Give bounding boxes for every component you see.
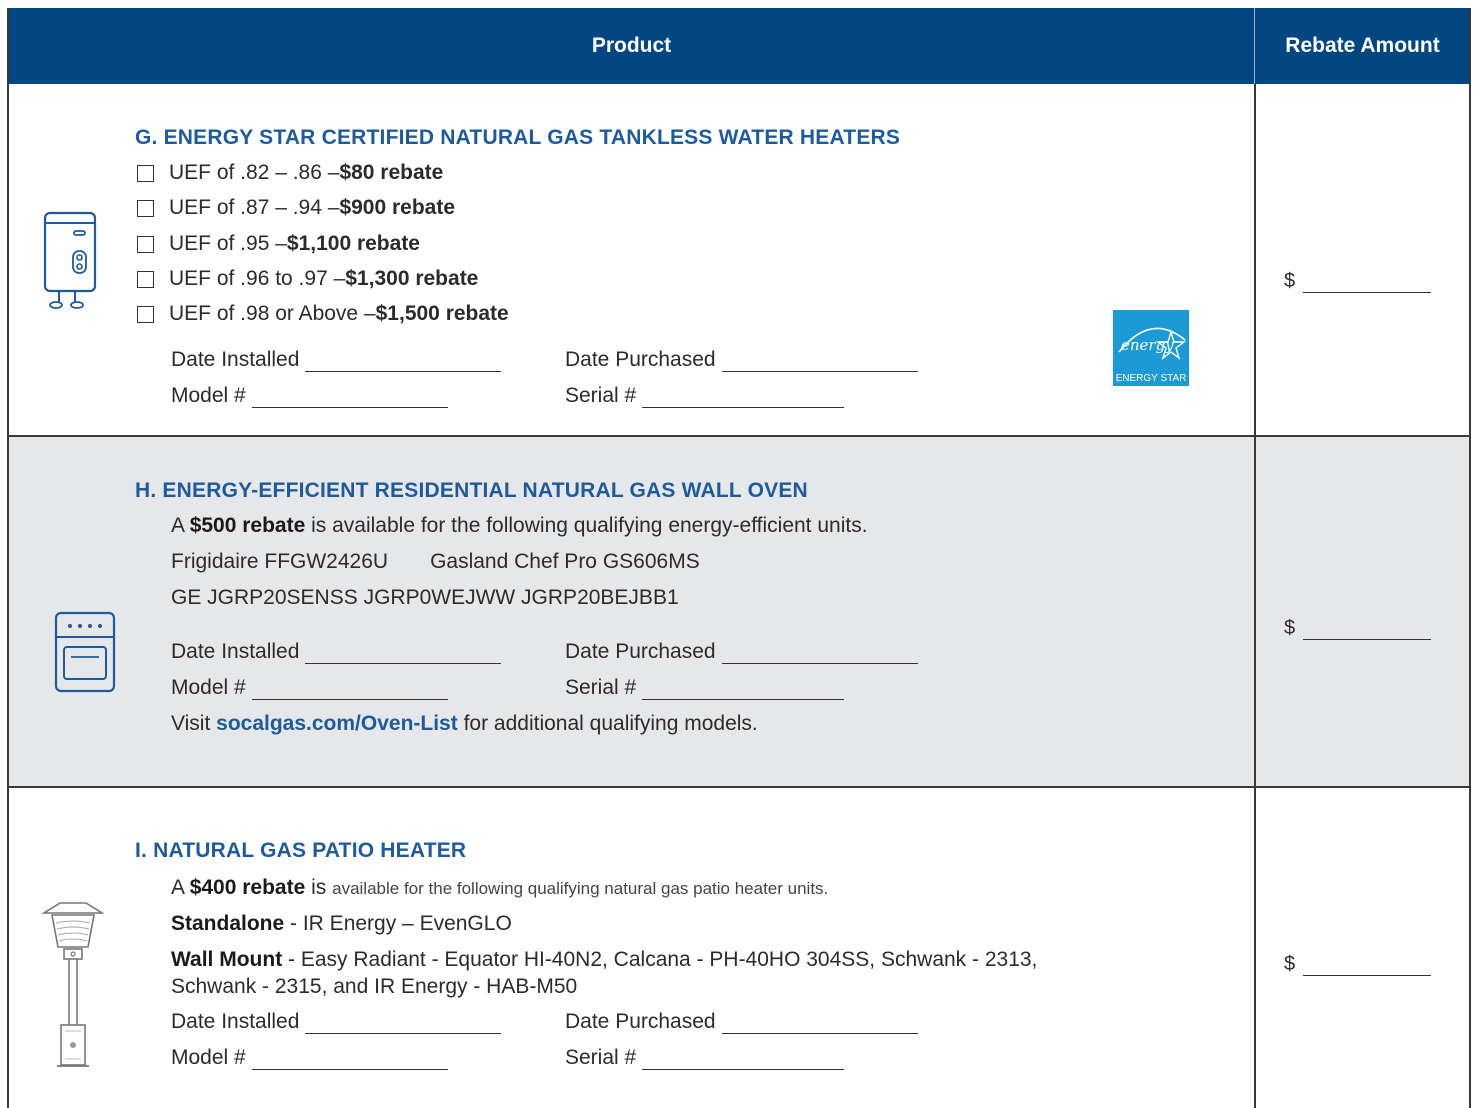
section-h-title: H. ENERGY-EFFICIENT RESIDENTIAL NATURAL …	[135, 479, 808, 502]
amount-input-line[interactable]	[1303, 272, 1432, 293]
oven-list-link[interactable]: socalgas.com/Oven-List	[216, 712, 458, 735]
section-i-title: I. NATURAL GAS PATIO HEATER	[135, 839, 467, 862]
input-line[interactable]	[721, 1013, 918, 1034]
date-purchased-field[interactable]: Date Purchased	[565, 640, 918, 664]
input-line[interactable]	[642, 679, 845, 700]
svg-text:energy: energy	[1121, 336, 1174, 354]
serial-number-field[interactable]: Serial #	[565, 1046, 845, 1070]
input-line[interactable]	[642, 387, 845, 408]
oven-list-visit-line: Visit socalgas.com/Oven-List for additio…	[171, 712, 758, 735]
input-line[interactable]	[305, 351, 502, 372]
amount-input-line[interactable]	[1303, 955, 1432, 976]
input-line[interactable]	[251, 679, 448, 700]
field-label: Date Purchased	[565, 1010, 716, 1033]
date-purchased-field[interactable]: Date Purchased	[565, 348, 918, 372]
option-rebate: $80 rebate	[339, 161, 444, 184]
oven-models-line-2: GE JGRP20SENSS JGRP0WEJWW JGRP20BEJBB1	[171, 586, 679, 609]
input-line[interactable]	[642, 1049, 845, 1070]
input-line[interactable]	[251, 387, 448, 408]
dollar-sign: $	[1284, 617, 1296, 639]
input-line[interactable]	[305, 1013, 502, 1034]
checkbox[interactable]	[137, 199, 154, 217]
option-rebate: $1,100 rebate	[286, 232, 420, 255]
rebate-amount-field-i[interactable]: $	[1284, 953, 1432, 976]
oven-rebate-intro: A $500 rebate is available for the follo…	[171, 514, 868, 537]
checkbox[interactable]	[137, 305, 154, 323]
field-label: Serial #	[565, 676, 637, 699]
option-uef-82-86[interactable]: UEF of .82 – .86 – $80 rebate	[137, 161, 443, 185]
option-uef-95[interactable]: UEF of .95 – $1,100 rebate	[137, 232, 420, 256]
checkbox[interactable]	[137, 235, 154, 253]
wall-mount-models: Wall Mount - Easy Radiant - Equator HI-4…	[171, 948, 1038, 971]
field-label: Serial #	[565, 1046, 637, 1069]
field-label: Date Installed	[171, 348, 300, 371]
oven-models-line-1: Frigidaire FFGW2426U Gasland Chef Pro GS6…	[171, 550, 700, 573]
column-divider	[1254, 84, 1256, 435]
input-line[interactable]	[251, 1049, 448, 1070]
option-rebate: $1,500 rebate	[375, 302, 509, 325]
serial-number-field[interactable]: Serial #	[565, 384, 845, 408]
input-line[interactable]	[721, 351, 918, 372]
model-number-field[interactable]: Model #	[171, 384, 448, 408]
rebate-amount-field-h[interactable]: $	[1284, 617, 1432, 640]
column-divider	[1254, 788, 1256, 1108]
field-label: Date Purchased	[565, 640, 716, 663]
date-installed-field[interactable]: Date Installed	[171, 348, 502, 372]
option-rebate: $1,300 rebate	[345, 267, 479, 290]
option-uef-87-94[interactable]: UEF of .87 – .94 – $900 rebate	[137, 196, 455, 220]
section-g-title: G. ENERGY STAR CERTIFIED NATURAL GAS TAN…	[135, 126, 901, 149]
option-text: UEF of .82 – .86 –	[169, 161, 340, 184]
wall-oven-icon	[54, 611, 116, 693]
standalone-models: Standalone - IR Energy – EvenGLO	[171, 912, 512, 935]
checkbox[interactable]	[137, 164, 154, 182]
rebate-table: Product Rebate Amount G. ENERGY STAR CER…	[7, 8, 1471, 1108]
energy-star-label: ENERGY STAR	[1115, 373, 1187, 384]
field-label: Date Purchased	[565, 348, 716, 371]
field-label: Model #	[171, 676, 246, 699]
option-text: UEF of .96 to .97 –	[169, 267, 346, 290]
option-text: UEF of .98 or Above –	[169, 302, 376, 325]
option-text: UEF of .95 –	[169, 232, 287, 255]
patio-rebate-intro: A $400 rebate is available for the follo…	[171, 876, 829, 899]
row-tankless-water-heaters: G. ENERGY STAR CERTIFIED NATURAL GAS TAN…	[9, 84, 1469, 437]
date-purchased-field[interactable]: Date Purchased	[565, 1010, 918, 1034]
field-label: Serial #	[565, 384, 637, 407]
rebate-amount-field-g[interactable]: $	[1284, 270, 1432, 293]
field-label: Model #	[171, 384, 246, 407]
model-number-field[interactable]: Model #	[171, 676, 448, 700]
option-rebate: $900 rebate	[339, 196, 456, 219]
dollar-sign: $	[1284, 953, 1296, 975]
wall-mount-models-cont: Schwank - 2315, and IR Energy - HAB-M50	[171, 975, 578, 998]
date-installed-field[interactable]: Date Installed	[171, 1010, 502, 1034]
table-header: Product Rebate Amount	[9, 8, 1469, 84]
rebate-amount-column-header: Rebate Amount	[1254, 8, 1470, 84]
patio-heater-icon	[42, 902, 104, 1067]
model-number-field[interactable]: Model #	[171, 1046, 448, 1070]
input-line[interactable]	[305, 643, 502, 664]
option-uef-96-97[interactable]: UEF of .96 to .97 – $1,300 rebate	[137, 267, 478, 291]
dollar-sign: $	[1284, 270, 1296, 292]
tankless-water-heater-icon	[43, 211, 97, 309]
amount-input-line[interactable]	[1303, 619, 1432, 640]
option-uef-98-above[interactable]: UEF of .98 or Above – $1,500 rebate	[137, 302, 509, 326]
row-wall-oven: H. ENERGY-EFFICIENT RESIDENTIAL NATURAL …	[9, 437, 1469, 788]
column-divider	[1254, 437, 1256, 786]
serial-number-field[interactable]: Serial #	[565, 676, 845, 700]
field-label: Date Installed	[171, 1010, 300, 1033]
checkbox[interactable]	[137, 270, 154, 288]
energy-star-icon: energy	[1118, 327, 1187, 360]
product-column-header: Product	[591, 34, 672, 57]
row-patio-heater: I. NATURAL GAS PATIO HEATER A $400 rebat…	[9, 788, 1469, 1108]
input-line[interactable]	[721, 643, 918, 664]
energy-star-logo: energy ENERGY STAR	[1113, 310, 1189, 386]
field-label: Model #	[171, 1046, 246, 1069]
field-label: Date Installed	[171, 640, 300, 663]
option-text: UEF of .87 – .94 –	[169, 196, 340, 219]
date-installed-field[interactable]: Date Installed	[171, 640, 502, 664]
